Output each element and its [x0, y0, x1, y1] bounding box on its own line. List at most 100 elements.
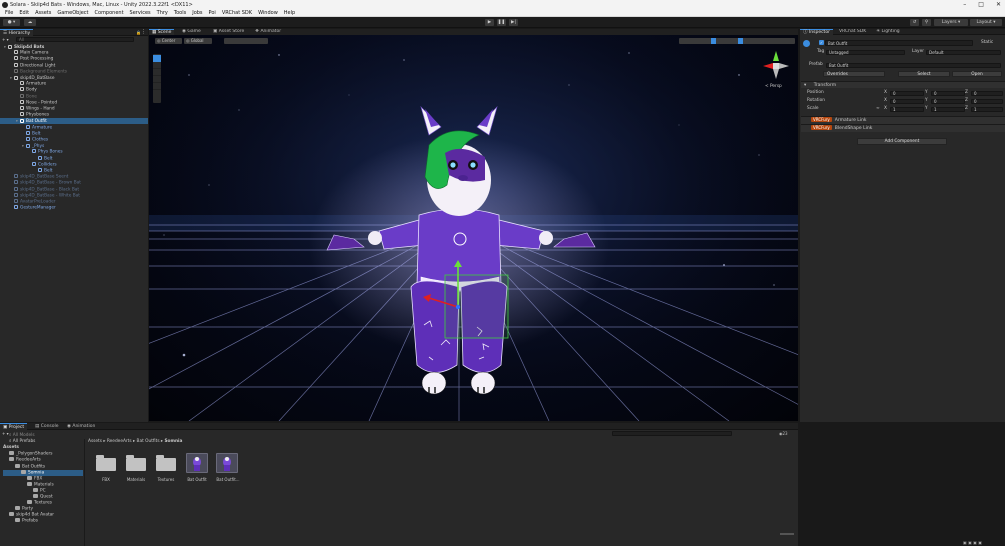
static-toggle[interactable]: Static	[981, 40, 993, 46]
hierarchy-row[interactable]: Clothes	[0, 137, 148, 143]
project-tree-item[interactable]: Bat Outfits	[3, 463, 83, 470]
maximize-icon[interactable]: □	[978, 0, 984, 10]
space-dropdown[interactable]: ◎ Global	[184, 38, 212, 44]
add-component-button[interactable]: Add Component	[857, 138, 947, 145]
play-button[interactable]: ▶	[485, 19, 494, 26]
tag-dropdown[interactable]: Untagged	[826, 50, 905, 55]
hierarchy-row[interactable]: skip4D_BatBase - White Bat	[0, 192, 148, 199]
asset-prefab-bat-outfit-2[interactable]	[216, 453, 238, 473]
status-icon[interactable]: ▣	[973, 540, 977, 545]
scale-z-field[interactable]: 1	[971, 107, 1003, 112]
project-tree-item[interactable]: Assets	[3, 445, 83, 451]
account-dropdown[interactable]: ● ▾	[3, 19, 20, 26]
menu-edit[interactable]: Edit	[16, 10, 32, 16]
breadcrumb-somnia[interactable]: Somnia	[164, 439, 182, 444]
menu-services[interactable]: Services	[127, 10, 154, 16]
component-blendshape-link[interactable]: VRCFury BlendShape Link	[801, 124, 1005, 132]
asset-folder-materials[interactable]	[126, 455, 146, 471]
hierarchy-row[interactable]: Belt	[0, 130, 148, 137]
project-tree-item[interactable]: Materials	[3, 481, 83, 488]
menu-file[interactable]: File	[2, 10, 16, 16]
hierarchy-row[interactable]: Body	[0, 87, 148, 93]
menu-vrchat-sdk[interactable]: VRChat SDK	[219, 10, 255, 16]
hierarchy-row[interactable]: Nose - Pointed	[0, 99, 148, 106]
prefab-asset-field[interactable]: Bat Outfit	[826, 63, 1001, 68]
hierarchy-row[interactable]: skip4D_BatBase - Brown Bat	[0, 180, 148, 186]
project-tree-item[interactable]: ReedeeArts	[3, 457, 83, 463]
open-button[interactable]: Open	[952, 71, 1002, 77]
perspective-label[interactable]: < Persp	[765, 84, 782, 89]
create-button[interactable]: + ▾	[2, 37, 14, 42]
rotate-tool-icon[interactable]	[153, 69, 161, 76]
active-checkbox[interactable]: ✓	[819, 40, 824, 45]
project-tree-item[interactable]: Somnia	[3, 469, 83, 476]
orientation-gizmo[interactable]	[761, 49, 791, 81]
breadcrumb-assets[interactable]: Assets	[88, 439, 102, 444]
menu-window[interactable]: Window	[255, 10, 281, 16]
breadcrumb-reedeearts[interactable]: ReedeeArts	[107, 439, 132, 444]
layout-dropdown[interactable]: Layout ▾	[970, 19, 1002, 26]
constrain-proportions-icon[interactable]: ∞	[876, 106, 880, 112]
hierarchy-row[interactable]: Colliders	[0, 161, 148, 168]
asset-folder-textures[interactable]	[156, 455, 176, 471]
scale-tool-icon[interactable]	[153, 76, 161, 83]
grid-snap-toolbar[interactable]	[224, 38, 268, 44]
hierarchy-row[interactable]: Background Elements	[0, 68, 148, 75]
rect-tool-icon[interactable]	[153, 83, 161, 90]
draw-mode-icon[interactable]	[711, 38, 716, 44]
rotation-x-field[interactable]: 0	[890, 99, 924, 104]
search-icon[interactable]: ⚲	[922, 19, 931, 26]
more-options-icon[interactable]: ⋮	[141, 29, 146, 35]
hierarchy-row[interactable]: Armature	[0, 124, 148, 131]
status-icon[interactable]: ▣	[968, 540, 972, 545]
layer-dropdown[interactable]: Default	[926, 50, 1001, 55]
asset-folder-fbx[interactable]	[96, 455, 116, 471]
status-icon[interactable]: ▣	[963, 540, 967, 545]
project-tree-item[interactable]: PC	[3, 487, 83, 494]
scale-y-field[interactable]: 1	[931, 107, 965, 112]
scale-x-field[interactable]: 1	[890, 107, 924, 112]
lighting-toggle-icon[interactable]	[738, 38, 743, 44]
status-icon[interactable]: ▣	[978, 540, 982, 545]
project-tree-item[interactable]: Textures	[3, 500, 83, 506]
transform-header[interactable]: ▾ Transform	[801, 81, 1005, 88]
position-y-field[interactable]: 0	[931, 91, 965, 96]
menu-help[interactable]: Help	[281, 10, 298, 16]
tab-animation[interactable]: ◉ Animation	[64, 423, 98, 430]
breadcrumb-bat-outfits[interactable]: Bat Outfits	[137, 439, 160, 444]
hierarchy-row[interactable]: Belt	[0, 155, 148, 162]
rotation-y-field[interactable]: 0	[931, 99, 965, 104]
tab-inspector[interactable]: ⓘ Inspector	[800, 29, 833, 35]
hierarchy-row[interactable]: AvatarPreLoader	[0, 199, 148, 205]
menu-assets[interactable]: Assets	[32, 10, 54, 16]
hierarchy-row[interactable]: skip4D_BatBase Seent	[0, 174, 148, 180]
project-tree-item[interactable]: Party	[3, 506, 83, 512]
project-tree-item[interactable]: Quest	[3, 494, 83, 500]
menu-gameobject[interactable]: GameObject	[54, 10, 91, 16]
cloud-icon[interactable]: ☁	[24, 19, 36, 26]
hierarchy-row[interactable]: ▾ skip4D_BatBase	[0, 75, 148, 81]
tab-project[interactable]: ▣ Project	[0, 423, 28, 430]
pause-button[interactable]: ❚❚	[497, 19, 506, 26]
hierarchy-row[interactable]: Main Camera	[0, 50, 148, 56]
object-name-field[interactable]: Bat Outfit	[825, 40, 973, 46]
hierarchy-search-input[interactable]: All	[16, 37, 134, 42]
project-search-input[interactable]	[612, 431, 732, 436]
menu-component[interactable]: Component	[92, 10, 127, 16]
asset-prefab-bat-outfit[interactable]	[186, 453, 208, 473]
menu-jobs[interactable]: Jobs	[189, 10, 205, 16]
minimize-icon[interactable]: –	[963, 0, 966, 10]
pivot-dropdown[interactable]: ◎ Center	[155, 38, 182, 44]
project-tree-item[interactable]: FBX	[3, 475, 83, 482]
hierarchy-row[interactable]: skip4D_BatBase - Black Bat	[0, 186, 148, 193]
move-tool-icon[interactable]	[153, 62, 161, 69]
scene-view-options-toolbar[interactable]	[679, 38, 795, 44]
overrides-dropdown[interactable]: Overrides	[823, 71, 885, 77]
tab-vrchat-sdk[interactable]: VRChat SDK	[836, 29, 869, 35]
menu-tools[interactable]: Tools	[171, 10, 189, 16]
hand-tool-icon[interactable]	[153, 55, 161, 62]
tab-hierarchy[interactable]: ☰ Hierarchy	[0, 29, 34, 36]
hierarchy-row[interactable]: Directional Light	[0, 62, 148, 69]
hierarchy-row[interactable]: Post Processing	[0, 56, 148, 62]
hierarchy-row[interactable]: Wings - Hand	[0, 106, 148, 112]
